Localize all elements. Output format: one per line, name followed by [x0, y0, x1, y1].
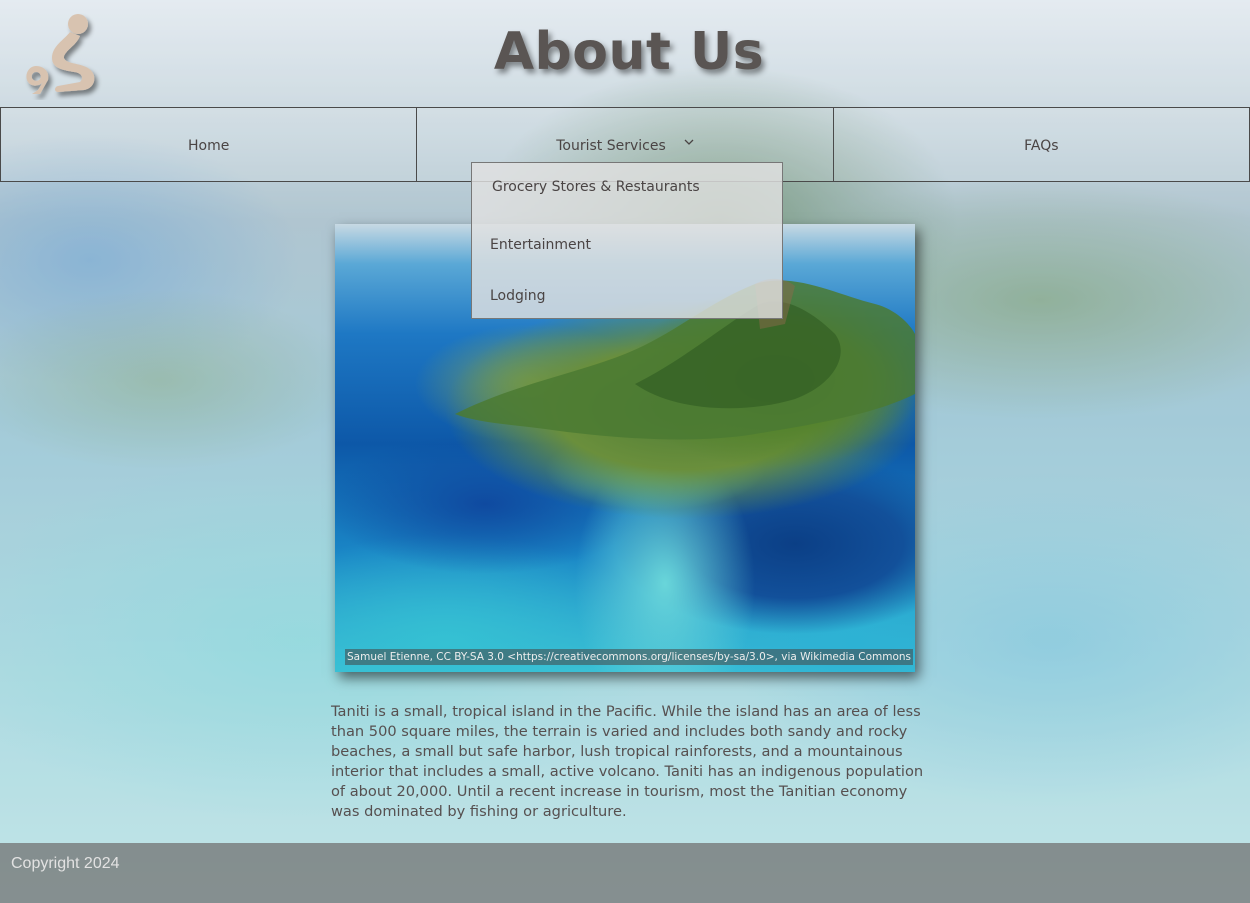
island-description: Taniti is a small, tropical island in th…: [331, 703, 924, 820]
dropdown-item-entertainment[interactable]: Entertainment: [472, 219, 782, 270]
dropdown-item-grocery[interactable]: Grocery Stores & Restaurants: [472, 163, 782, 219]
tourist-services-dropdown: Grocery Stores & Restaurants Entertainme…: [471, 162, 783, 319]
nav-item-faqs[interactable]: FAQs: [832, 107, 1250, 182]
nav-item-label: Home: [187, 137, 230, 154]
copyright-text: Copyright 2024: [11, 855, 120, 872]
dropdown-item-lodging[interactable]: Lodging: [472, 270, 782, 321]
chevron-down-icon: [684, 139, 694, 145]
photo-caption[interactable]: Samuel Etienne, CC BY-SA 3.0 <https://cr…: [345, 649, 914, 665]
nav-item-home[interactable]: Home: [0, 107, 417, 182]
nav-item-label: Tourist Services: [556, 137, 666, 154]
site-footer: Copyright 2024: [0, 843, 1250, 903]
nav-item-label: FAQs: [1024, 137, 1059, 154]
page-title: About Us: [493, 22, 765, 82]
